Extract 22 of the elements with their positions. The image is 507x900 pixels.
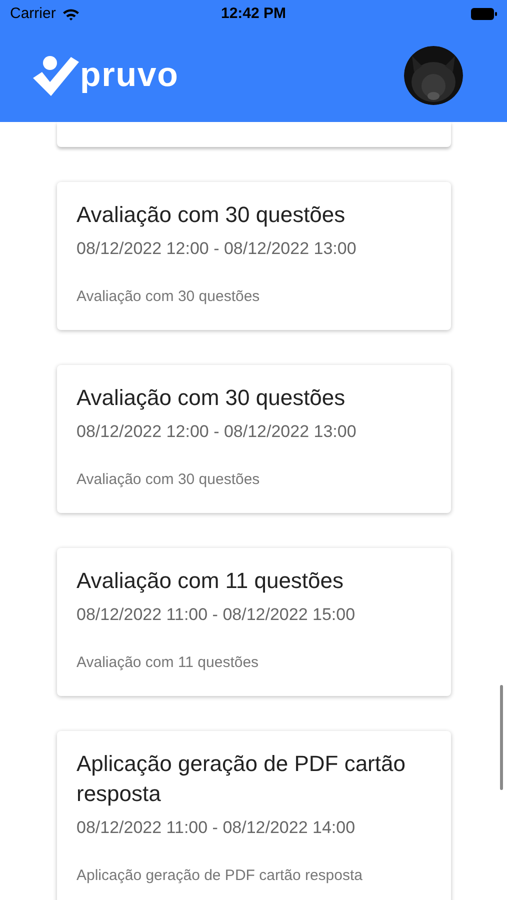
card-description: Avaliação com 30 questões: [76, 470, 261, 490]
wifi-icon: [62, 8, 80, 20]
logo-check-icon: [33, 54, 79, 96]
carrier-label: Carrier: [10, 4, 56, 24]
status-time: 12:42 PM: [220, 4, 286, 24]
assessment-card[interactable]: Aplicação geração de PDF cartão resposta 08/12/2022 11:00 - 08/12/2022 14:00 Aplicação geração de PDF cartão resposta: [56, 731, 450, 900]
assessment-card[interactable]: Avaliação com 30 questões 08/12/2022 12:00 - 08/12/2022 13:00 Avaliação com 30 questões: [56, 365, 450, 513]
card-dates: 08/12/2022 12:00 - 08/12/2022 13:00: [76, 238, 358, 260]
card-description: Aplicação geração de PDF cartão resposta: [76, 866, 364, 886]
card-description: Avaliação com 11 questões: [76, 652, 260, 672]
card-title: Avaliação com 30 questões: [76, 384, 346, 412]
card-description: Avaliação com 30 questões: [76, 286, 261, 306]
card-dates: 08/12/2022 11:00 - 08/12/2022 15:00: [76, 604, 356, 626]
battery-icon: [471, 8, 497, 20]
card-title: Avaliação com 11 questões: [76, 567, 345, 595]
assessment-card[interactable]: Avaliação com 30 questões 08/12/2022 12:00 - 08/12/2022 13:00 Avaliação com 30 questões: [56, 182, 450, 330]
card-title: Aplicação geração de PDF cartão resposta: [76, 750, 406, 808]
card-dates: 08/12/2022 11:00 - 08/12/2022 14:00: [76, 817, 356, 839]
logo-text: pruvo: [80, 58, 179, 92]
card-dates: 08/12/2022 12:00 - 08/12/2022 13:00: [76, 421, 358, 443]
card-title: Avaliação com 30 questões: [76, 201, 346, 229]
assessment-card[interactable]: Avaliação com 11 questões 08/12/2022 11:00 - 08/12/2022 15:00 Avaliação com 11 questões: [56, 548, 450, 696]
